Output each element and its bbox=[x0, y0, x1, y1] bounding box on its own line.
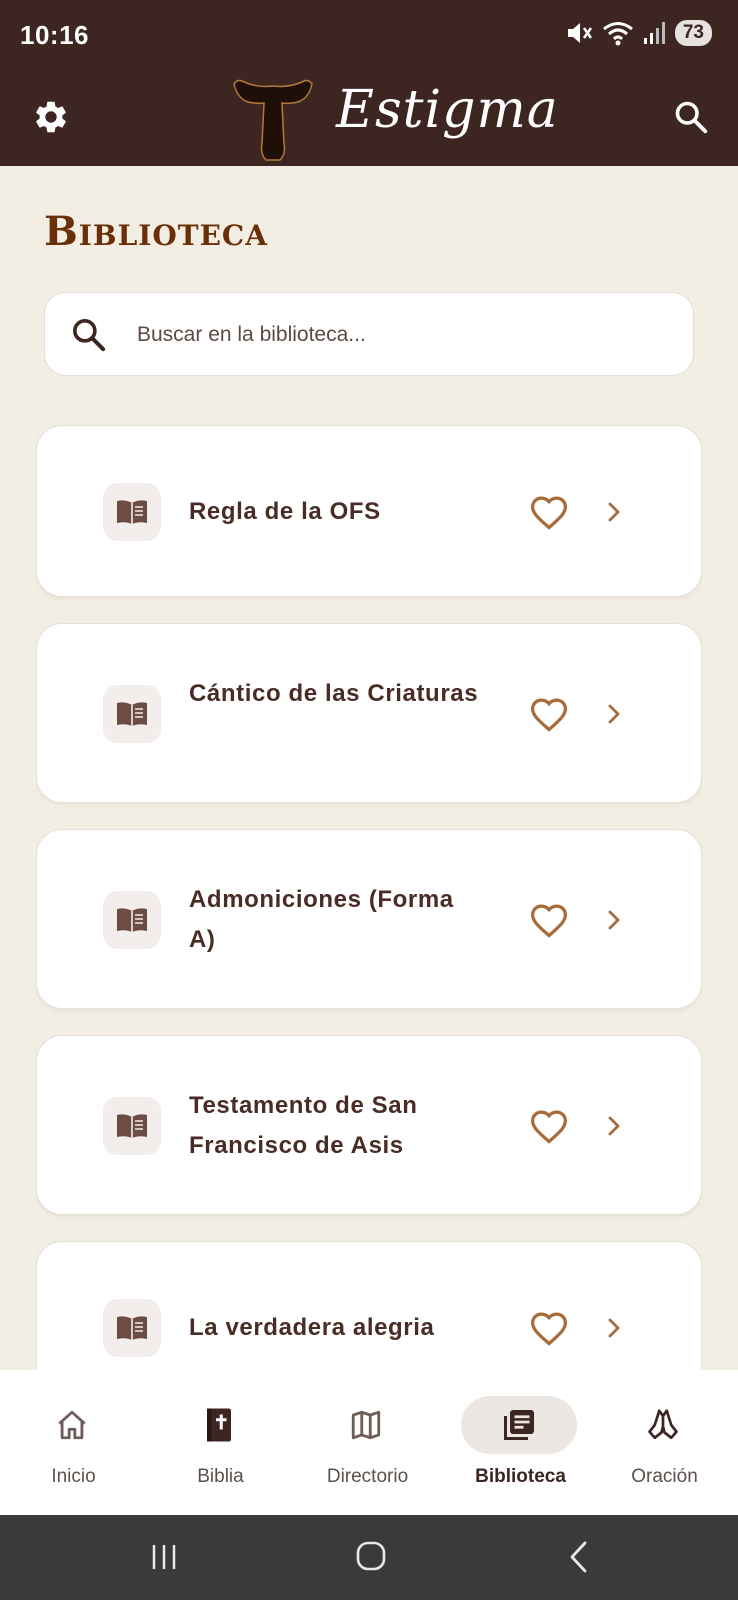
favorite-button[interactable] bbox=[527, 1104, 571, 1148]
home-button-icon[interactable] bbox=[354, 1539, 388, 1573]
system-navigation-bar bbox=[0, 1515, 738, 1600]
item-title: La verdadera alegria bbox=[189, 1314, 435, 1341]
chevron-right-icon bbox=[601, 699, 627, 729]
nav-label: Inicio bbox=[51, 1466, 96, 1487]
bottom-navigation: Inicio Biblia Directorio Biblioteca Orac… bbox=[0, 1370, 738, 1515]
library-item[interactable]: Admoniciones (Forma A) bbox=[36, 829, 702, 1009]
favorite-button[interactable] bbox=[527, 490, 571, 534]
heart-icon bbox=[530, 698, 568, 732]
library-item[interactable]: Testamento de San Francisco de Asis bbox=[36, 1035, 702, 1215]
favorite-button[interactable] bbox=[527, 692, 571, 736]
library-list[interactable]: Regla de la OFS Cántico de las Criaturas… bbox=[36, 425, 702, 1370]
wifi-icon bbox=[602, 22, 633, 46]
nav-item-biblioteca[interactable]: Biblioteca bbox=[447, 1370, 594, 1515]
nav-label: Directorio bbox=[326, 1466, 409, 1487]
praying-hands-icon bbox=[648, 1409, 678, 1440]
library-item[interactable]: Cántico de las Criaturas bbox=[36, 623, 702, 803]
library-icon bbox=[504, 1410, 534, 1440]
app-bar: Estigma bbox=[0, 70, 738, 166]
nav-item-directorio[interactable]: Directorio bbox=[294, 1370, 441, 1515]
item-title: Admoniciones (Forma A) bbox=[189, 886, 454, 953]
book-icon bbox=[103, 1097, 161, 1155]
nav-item-inicio[interactable]: Inicio bbox=[0, 1370, 147, 1515]
back-icon[interactable] bbox=[566, 1539, 590, 1575]
gear-icon bbox=[36, 101, 66, 133]
nav-item-oracion[interactable]: Oración bbox=[591, 1370, 738, 1515]
search-button[interactable] bbox=[670, 96, 712, 138]
nav-label: Oración bbox=[631, 1466, 698, 1487]
status-icons: 73 bbox=[565, 20, 712, 46]
heart-icon bbox=[530, 1312, 568, 1346]
favorite-button[interactable] bbox=[527, 1306, 571, 1350]
heart-icon bbox=[530, 904, 568, 938]
status-bar: 10:16 73 bbox=[0, 0, 738, 70]
library-item[interactable]: Regla de la OFS bbox=[36, 425, 702, 597]
home-icon bbox=[58, 1410, 86, 1440]
nav-item-biblia[interactable]: Biblia bbox=[147, 1370, 294, 1515]
search-icon bbox=[73, 319, 106, 352]
map-icon bbox=[351, 1410, 381, 1440]
item-title: Regla de la OFS bbox=[189, 498, 381, 525]
recent-apps-icon[interactable] bbox=[148, 1541, 180, 1573]
library-search-field[interactable] bbox=[44, 292, 694, 376]
search-input[interactable] bbox=[137, 313, 657, 357]
status-time: 10:16 bbox=[20, 20, 89, 50]
search-icon bbox=[675, 101, 708, 134]
book-icon bbox=[103, 891, 161, 949]
tau-cross-logo bbox=[233, 79, 313, 161]
book-icon bbox=[103, 1299, 161, 1357]
heart-icon bbox=[530, 496, 568, 530]
book-icon bbox=[103, 685, 161, 743]
chevron-right-icon bbox=[601, 905, 627, 935]
chevron-right-icon bbox=[601, 497, 627, 527]
item-title: Cántico de las Criaturas bbox=[189, 680, 479, 707]
mute-icon bbox=[567, 23, 592, 43]
heart-icon bbox=[530, 1110, 568, 1144]
page-title: Biblioteca bbox=[44, 208, 268, 255]
signal-icon bbox=[643, 22, 665, 44]
nav-label: Biblia bbox=[197, 1466, 244, 1487]
nav-label: Biblioteca bbox=[475, 1466, 566, 1487]
bible-icon bbox=[207, 1408, 231, 1442]
book-icon bbox=[103, 483, 161, 541]
settings-button[interactable] bbox=[30, 96, 72, 138]
library-item[interactable]: La verdadera alegria bbox=[36, 1241, 702, 1370]
battery-indicator: 73 bbox=[674, 20, 712, 46]
favorite-button[interactable] bbox=[527, 898, 571, 942]
chevron-right-icon bbox=[601, 1111, 627, 1141]
item-title: Testamento de San Francisco de Asis bbox=[189, 1092, 418, 1159]
chevron-right-icon bbox=[601, 1313, 627, 1343]
app-title: Estigma bbox=[336, 80, 559, 140]
